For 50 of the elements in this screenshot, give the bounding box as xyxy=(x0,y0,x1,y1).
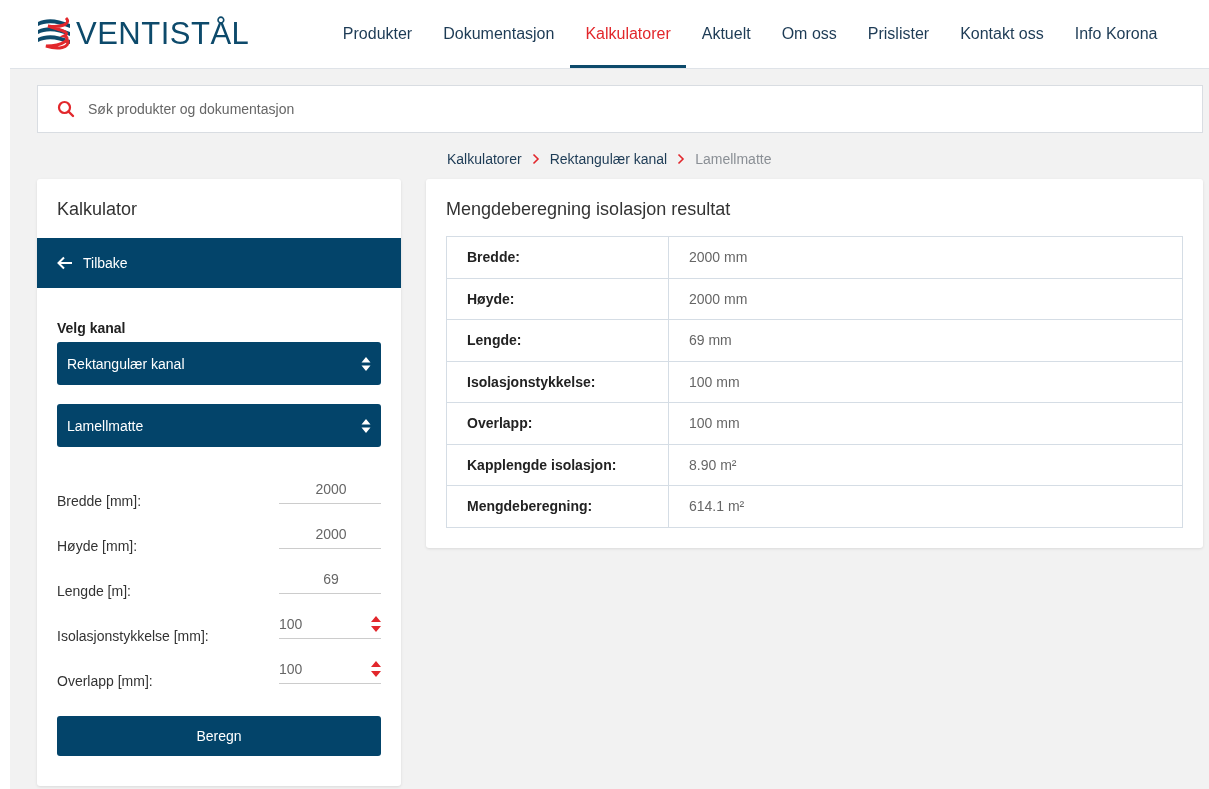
breadcrumb-link[interactable]: Rektangulær kanal xyxy=(549,151,668,167)
table-cell: Lengde: xyxy=(446,319,669,361)
nav-link[interactable]: Produkter xyxy=(327,0,428,68)
field-label: Bredde [mm]: xyxy=(57,493,142,511)
logo-text: VENTISTÅL xyxy=(76,16,250,52)
logo-icon xyxy=(36,16,72,52)
chevron-icon xyxy=(531,153,540,165)
select-field[interactable]: Rektangulær kanal xyxy=(57,342,381,385)
search-field[interactable]: Søk produkter og dokumentasjon xyxy=(37,85,1203,133)
table-cell: Isolasjonstykkelse: xyxy=(446,361,669,403)
input-field[interactable]: 69 xyxy=(279,564,381,594)
table-cell: Høyde: xyxy=(446,278,669,320)
table-cell: Bredde: xyxy=(446,236,669,278)
field-label: Velg kanal xyxy=(57,320,127,336)
spinner-icon xyxy=(371,659,381,678)
input-field[interactable]: 2000 xyxy=(279,474,381,504)
input-field[interactable]: 2000 xyxy=(279,519,381,549)
nav-link[interactable]: Dokumentasjon xyxy=(427,0,570,68)
table-cell: 100 mm xyxy=(668,361,1183,403)
table-cell: 100 mm xyxy=(668,402,1183,444)
nav-link[interactable]: Prislister xyxy=(852,0,945,68)
nav-link[interactable]: Om oss xyxy=(766,0,853,68)
table-cell: Mengdeberegning: xyxy=(446,485,669,527)
updown-icon xyxy=(361,417,371,434)
breadcrumb-link[interactable]: Kalkulatorer xyxy=(447,151,522,167)
updown-icon xyxy=(361,355,371,372)
number-field[interactable]: 100 xyxy=(279,654,381,684)
table-cell: Kapplengde isolasjon: xyxy=(446,444,669,486)
field-label: Overlapp [mm]: xyxy=(57,673,153,691)
calculate-button[interactable]: Beregn xyxy=(57,716,381,756)
card-title: Kalkulator xyxy=(56,198,139,221)
select-field[interactable]: Lamellmatte xyxy=(57,404,381,447)
nav-link[interactable]: Aktuelt xyxy=(686,0,767,68)
nav-link[interactable]: Info Korona xyxy=(1059,0,1173,68)
card-title: Mengdeberegning isolasjon resultat xyxy=(446,199,732,220)
nav-link[interactable]: Kontakt oss xyxy=(944,0,1060,68)
field-label: Lengde [m]: xyxy=(57,583,131,601)
field-label: Høyde [mm]: xyxy=(57,538,138,556)
table-cell: Overlapp: xyxy=(446,402,669,444)
table-cell: 69 mm xyxy=(668,319,1183,361)
table-cell: 614.1 m² xyxy=(668,485,1183,527)
back-button[interactable]: Tilbake xyxy=(37,238,401,288)
table-cell: 8.90 m² xyxy=(668,444,1183,486)
number-field[interactable]: 100 xyxy=(279,609,381,639)
table-cell: 2000 mm xyxy=(668,278,1183,320)
field-label: Isolasjonstykkelse [mm]: xyxy=(57,628,209,646)
chevron-icon xyxy=(677,153,686,165)
spinner-icon xyxy=(371,614,381,633)
table-cell: 2000 mm xyxy=(668,236,1183,278)
arrow-left-icon xyxy=(57,256,73,270)
